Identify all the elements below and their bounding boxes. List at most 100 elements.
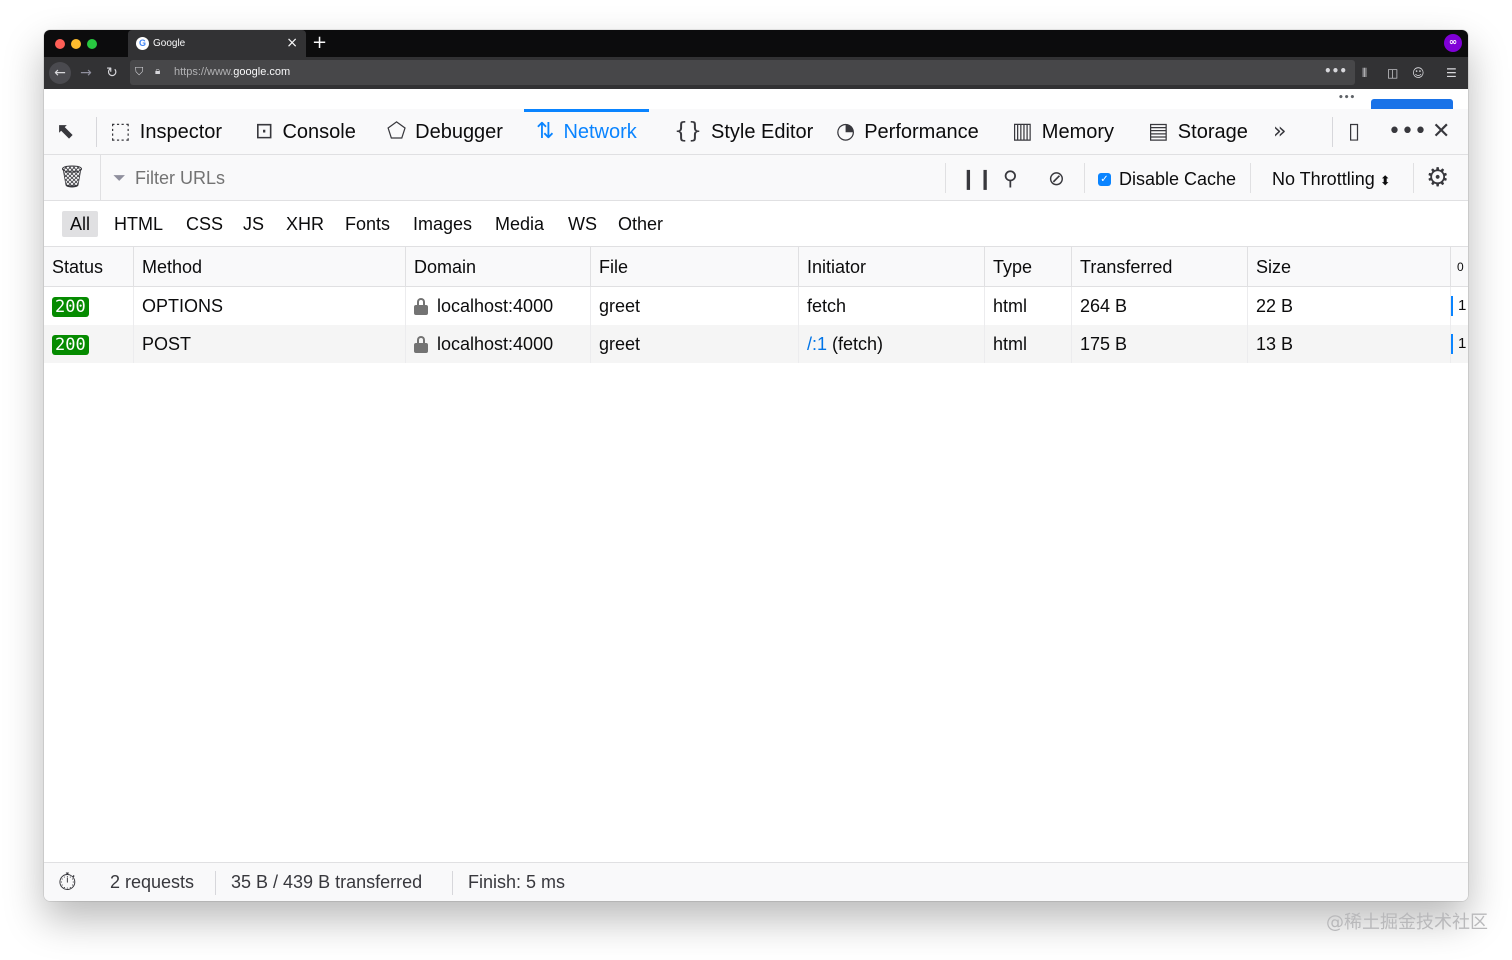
devtools-toolbar: ⬉ ⬚ Inspector ⊡ Console ⬠ Debugger ⇅ Net… bbox=[44, 109, 1468, 155]
status-divider bbox=[215, 871, 216, 895]
select-arrows-icon: ⬍ bbox=[1379, 173, 1391, 188]
tab-performance[interactable]: ◔ Performance bbox=[836, 109, 979, 155]
toolbar-divider bbox=[1250, 163, 1251, 193]
gear-icon[interactable]: ⚙ bbox=[1426, 163, 1449, 193]
filter-css-button[interactable]: CSS bbox=[178, 211, 231, 237]
tab-label: Inspector bbox=[139, 121, 223, 143]
file-cell: greet bbox=[591, 287, 799, 325]
column-header-domain[interactable]: Domain bbox=[406, 247, 591, 287]
menu-icon[interactable]: ☰ bbox=[1446, 65, 1457, 81]
stopwatch-icon[interactable]: ⏱ bbox=[58, 863, 77, 901]
table-row[interactable]: 200 OPTIONS localhost:4000 greet fetch h… bbox=[44, 287, 1468, 325]
filter-other-button[interactable]: Other bbox=[610, 211, 671, 237]
toolbar-divider bbox=[1332, 117, 1333, 147]
element-picker-icon[interactable]: ⬉ bbox=[56, 120, 74, 144]
toolbar-divider bbox=[945, 163, 946, 193]
filter-media-button[interactable]: Media bbox=[487, 211, 552, 237]
tab-inspector[interactable]: ⬚ Inspector bbox=[110, 109, 222, 155]
tab-close-icon[interactable]: × bbox=[286, 35, 298, 51]
waterfall-bar bbox=[1451, 334, 1453, 354]
network-icon: ⇅ bbox=[536, 119, 555, 144]
close-window-button[interactable] bbox=[55, 39, 65, 49]
browser-tab[interactable]: G Google × bbox=[128, 30, 306, 57]
column-header-transferred[interactable]: Transferred bbox=[1072, 247, 1248, 287]
page-sign-in-button[interactable] bbox=[1371, 99, 1453, 109]
file-cell: greet bbox=[591, 325, 799, 363]
disable-cache-checkbox[interactable]: ✓ Disable Cache bbox=[1098, 168, 1236, 190]
private-browsing-icon: ∞ bbox=[1444, 34, 1462, 52]
column-header-status[interactable]: Status bbox=[44, 247, 134, 287]
dock-toggle-icon[interactable]: ▯ bbox=[1348, 120, 1360, 144]
initiator-link[interactable]: /:1 bbox=[807, 334, 827, 354]
block-icon[interactable]: ⊘ bbox=[1048, 165, 1065, 191]
tab-memory[interactable]: ▥ Memory bbox=[1012, 109, 1114, 155]
google-favicon-icon: G bbox=[136, 37, 149, 50]
console-icon: ⊡ bbox=[255, 119, 274, 144]
column-header-type[interactable]: Type bbox=[985, 247, 1072, 287]
watermark-text: @稀土掘金技术社区 bbox=[1326, 912, 1488, 933]
tab-console[interactable]: ⊡ Console bbox=[255, 109, 356, 155]
method-cell: POST bbox=[134, 325, 406, 363]
more-tools-chevron-icon[interactable]: » bbox=[1273, 120, 1286, 144]
pause-icon[interactable]: ❙❙ bbox=[960, 165, 994, 191]
performance-icon: ◔ bbox=[836, 119, 856, 144]
sidebar-icon[interactable]: ◫ bbox=[1387, 65, 1398, 81]
memory-icon: ▥ bbox=[1012, 119, 1033, 144]
reload-icon[interactable]: ↻ bbox=[101, 62, 123, 84]
disable-cache-label: Disable Cache bbox=[1119, 169, 1237, 189]
filter-urls-input[interactable] bbox=[135, 166, 915, 190]
table-row[interactable]: 200 POST localhost:4000 greet /:1 (fetch… bbox=[44, 325, 1468, 363]
toolbar-divider bbox=[96, 117, 97, 147]
forward-icon[interactable]: → bbox=[75, 62, 97, 84]
lock-icon bbox=[414, 298, 428, 315]
new-tab-icon[interactable]: + bbox=[312, 33, 327, 53]
domain-text: localhost:4000 bbox=[437, 296, 554, 316]
zoom-window-button[interactable] bbox=[87, 39, 97, 49]
page-actions-icon[interactable]: ••• bbox=[1324, 64, 1347, 78]
close-devtools-icon[interactable]: ✕ bbox=[1432, 120, 1450, 144]
storage-icon: ▤ bbox=[1148, 119, 1169, 144]
minimize-window-button[interactable] bbox=[71, 39, 81, 49]
tab-label: Network bbox=[563, 121, 637, 143]
column-header-method[interactable]: Method bbox=[134, 247, 406, 287]
size-cell: 13 B bbox=[1248, 325, 1451, 363]
tracking-shield-icon[interactable]: ⛉ bbox=[135, 65, 147, 79]
column-header-file[interactable]: File bbox=[591, 247, 799, 287]
filter-js-button[interactable]: JS bbox=[235, 211, 272, 237]
transferred-summary: 35 B / 439 B transferred bbox=[231, 872, 423, 892]
url-bar[interactable]: ⛉ 🔒︎ https://www.google.com ••• bbox=[130, 60, 1355, 85]
tab-style-editor[interactable]: {} Style Editor bbox=[674, 109, 813, 155]
filter-html-button[interactable]: HTML bbox=[106, 211, 171, 237]
filter-images-button[interactable]: Images bbox=[405, 211, 480, 237]
navigation-bar: ← → ↻ ⛉ 🔒︎ https://www.google.com ••• ⫴ … bbox=[44, 57, 1468, 89]
account-icon[interactable]: ☺ bbox=[1412, 65, 1425, 81]
tab-label: Memory bbox=[1041, 121, 1115, 143]
tab-storage[interactable]: ▤ Storage bbox=[1148, 109, 1248, 155]
options-menu-icon[interactable]: ••• bbox=[1388, 120, 1427, 144]
throttling-select[interactable]: No Throttling ⬍ bbox=[1272, 168, 1391, 192]
url-text[interactable]: https://www.google.com bbox=[174, 66, 290, 79]
status-cell: 200 bbox=[44, 325, 134, 363]
throttling-label: No Throttling bbox=[1272, 169, 1375, 189]
library-icon[interactable]: ⫴ bbox=[1362, 65, 1367, 81]
filter-fonts-button[interactable]: Fonts bbox=[337, 211, 398, 237]
trash-icon[interactable]: 🗑︎ bbox=[58, 165, 86, 191]
back-icon[interactable]: ← bbox=[49, 62, 71, 84]
tab-debugger[interactable]: ⬠ Debugger bbox=[387, 109, 503, 155]
search-icon[interactable]: ⚲ bbox=[1003, 165, 1018, 191]
column-header-size[interactable]: Size bbox=[1248, 247, 1451, 287]
lock-icon[interactable]: 🔒︎ bbox=[155, 65, 160, 79]
table-header: Status Method Domain File Initiator Type… bbox=[44, 247, 1468, 287]
domain-cell: localhost:4000 bbox=[406, 287, 591, 325]
tab-network[interactable]: ⇅ Network bbox=[524, 109, 649, 155]
toolbar-divider bbox=[1413, 163, 1414, 193]
column-header-waterfall[interactable]: 0 bbox=[1451, 247, 1468, 287]
transferred-cell: 175 B bbox=[1072, 325, 1248, 363]
filter-ws-button[interactable]: WS bbox=[560, 211, 605, 237]
filter-xhr-button[interactable]: XHR bbox=[278, 211, 332, 237]
column-header-initiator[interactable]: Initiator bbox=[799, 247, 985, 287]
apps-icon[interactable]: ••• bbox=[1338, 93, 1355, 103]
checkbox-checked-icon[interactable]: ✓ bbox=[1098, 172, 1111, 186]
initiator-cell: /:1 (fetch) bbox=[799, 325, 985, 363]
filter-all-button[interactable]: All bbox=[62, 211, 99, 237]
